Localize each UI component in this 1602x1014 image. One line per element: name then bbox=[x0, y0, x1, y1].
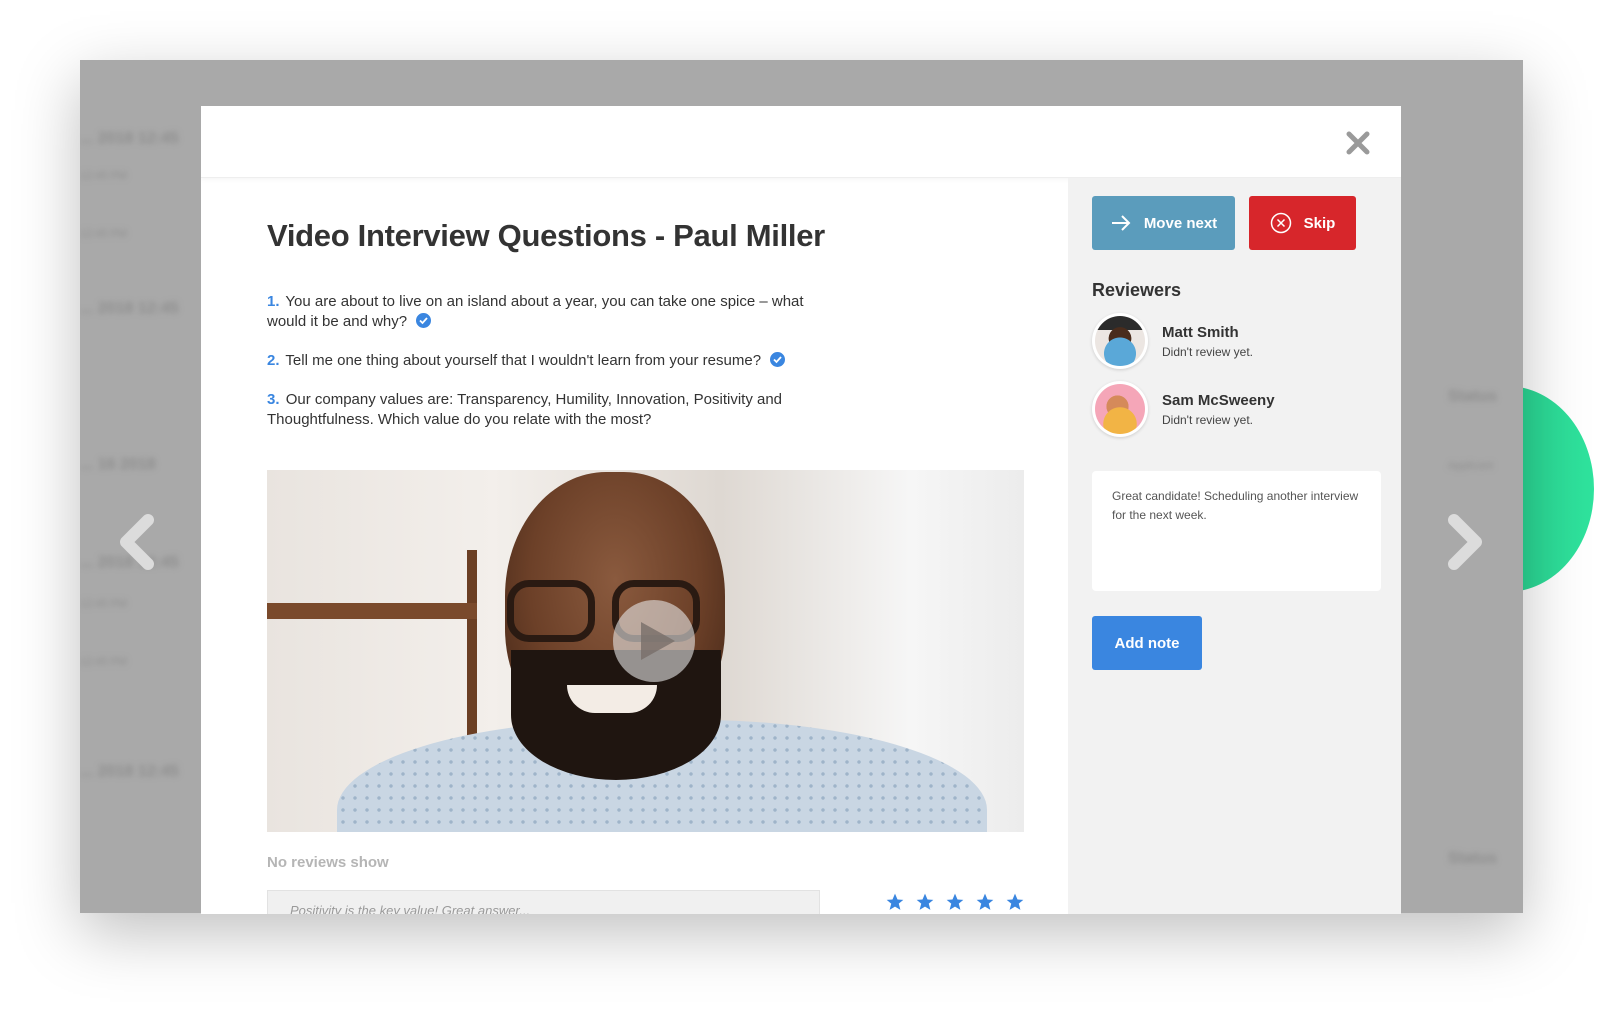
bg-row: 12:45 PM bbox=[80, 170, 128, 182]
check-circle-icon bbox=[770, 352, 786, 367]
arrow-right-icon bbox=[1111, 215, 1131, 231]
bg-row: 12:45 PM bbox=[80, 598, 128, 610]
reviewer-status: Didn't review yet. bbox=[1162, 412, 1253, 427]
avatar-image bbox=[1095, 384, 1145, 434]
bg-row: 12:45 PM bbox=[80, 228, 128, 240]
star-icon[interactable] bbox=[975, 892, 995, 912]
reviewer-info: Matt Smith Didn't review yet. bbox=[1162, 324, 1253, 359]
question-list: 1. You are about to live on an island ab… bbox=[267, 292, 1022, 430]
reviewer-item: Sam McSweeny Didn't review yet. bbox=[1092, 381, 1381, 437]
page-title: Video Interview Questions - Paul Miller bbox=[267, 218, 825, 253]
note-textarea[interactable]: Great candidate! Scheduling another inte… bbox=[1092, 471, 1381, 591]
video-frame-detail bbox=[567, 685, 657, 713]
play-icon[interactable] bbox=[613, 600, 695, 682]
x-circle-icon bbox=[1270, 212, 1291, 234]
interview-modal: Video Interview Questions - Paul Miller … bbox=[201, 106, 1401, 914]
bg-row: ... 2018 12:45 bbox=[80, 130, 179, 147]
question-text: Tell me one thing about yourself that I … bbox=[285, 352, 762, 369]
video-player[interactable] bbox=[267, 470, 1024, 832]
skip-button[interactable]: Skip bbox=[1249, 196, 1356, 250]
star-rating[interactable] bbox=[885, 892, 1025, 912]
bg-row: ... 2018 12:45 bbox=[80, 300, 179, 317]
question-text: Our company values are: Transparency, Hu… bbox=[267, 391, 783, 428]
star-icon[interactable] bbox=[915, 892, 935, 912]
questions-panel: Video Interview Questions - Paul Miller … bbox=[201, 178, 1068, 914]
modal-header bbox=[201, 106, 1401, 178]
question-text: You are about to live on an island about… bbox=[267, 293, 804, 330]
question-item: 1. You are about to live on an island ab… bbox=[267, 292, 827, 332]
stage: ... 2018 12:45 12:45 PM 12:45 PM ... 201… bbox=[0, 0, 1602, 1014]
question-number: 1. bbox=[267, 293, 280, 310]
video-frame-detail bbox=[507, 580, 595, 642]
question-number: 2. bbox=[267, 352, 280, 369]
question-item: 3. Our company values are: Transparency,… bbox=[267, 390, 827, 430]
action-buttons: Move next Skip bbox=[1092, 196, 1381, 250]
reviewer-status: Didn't review yet. bbox=[1162, 344, 1253, 359]
video-frame-detail bbox=[267, 603, 477, 619]
next-arrow-icon[interactable] bbox=[1444, 514, 1484, 570]
reviewer-name: Matt Smith bbox=[1162, 323, 1239, 341]
question-number: 3. bbox=[267, 391, 280, 408]
star-icon[interactable] bbox=[885, 892, 905, 912]
avatar bbox=[1092, 313, 1148, 369]
check-circle-icon bbox=[416, 313, 432, 328]
avatar bbox=[1092, 381, 1148, 437]
move-next-button[interactable]: Move next bbox=[1092, 196, 1235, 250]
video-frame-detail bbox=[511, 650, 721, 780]
bg-label: Applicant bbox=[1448, 460, 1494, 472]
question-item: 2. Tell me one thing about yourself that… bbox=[267, 351, 827, 371]
add-note-button[interactable]: Add note bbox=[1092, 616, 1202, 670]
bg-row: ... 16 2018 bbox=[80, 456, 156, 473]
star-icon[interactable] bbox=[945, 892, 965, 912]
modal-body: Video Interview Questions - Paul Miller … bbox=[201, 178, 1401, 914]
bg-label: Status bbox=[1448, 388, 1497, 405]
skip-label: Skip bbox=[1303, 214, 1336, 232]
bg-row: ... 2018 12:45 bbox=[80, 763, 179, 780]
reviewer-info: Sam McSweeny Didn't review yet. bbox=[1162, 392, 1275, 427]
reviewers-heading: Reviewers bbox=[1092, 280, 1182, 300]
no-reviews-label: No reviews show bbox=[267, 854, 389, 871]
review-input[interactable]: Positivity is the key value! Great answe… bbox=[267, 890, 820, 914]
reviewer-name: Sam McSweeny bbox=[1162, 391, 1275, 409]
move-next-label: Move next bbox=[1143, 214, 1218, 232]
previous-arrow-icon[interactable] bbox=[118, 514, 158, 570]
bg-row: 12:45 PM bbox=[80, 656, 128, 668]
reviewer-item: Matt Smith Didn't review yet. bbox=[1092, 313, 1381, 369]
star-icon[interactable] bbox=[1005, 892, 1025, 912]
close-icon[interactable] bbox=[1345, 130, 1371, 156]
bg-label: Status bbox=[1448, 850, 1497, 867]
avatar-image bbox=[1095, 316, 1145, 366]
review-sidebar: Move next Skip Reviewers Matt Smith Didn… bbox=[1068, 178, 1401, 914]
